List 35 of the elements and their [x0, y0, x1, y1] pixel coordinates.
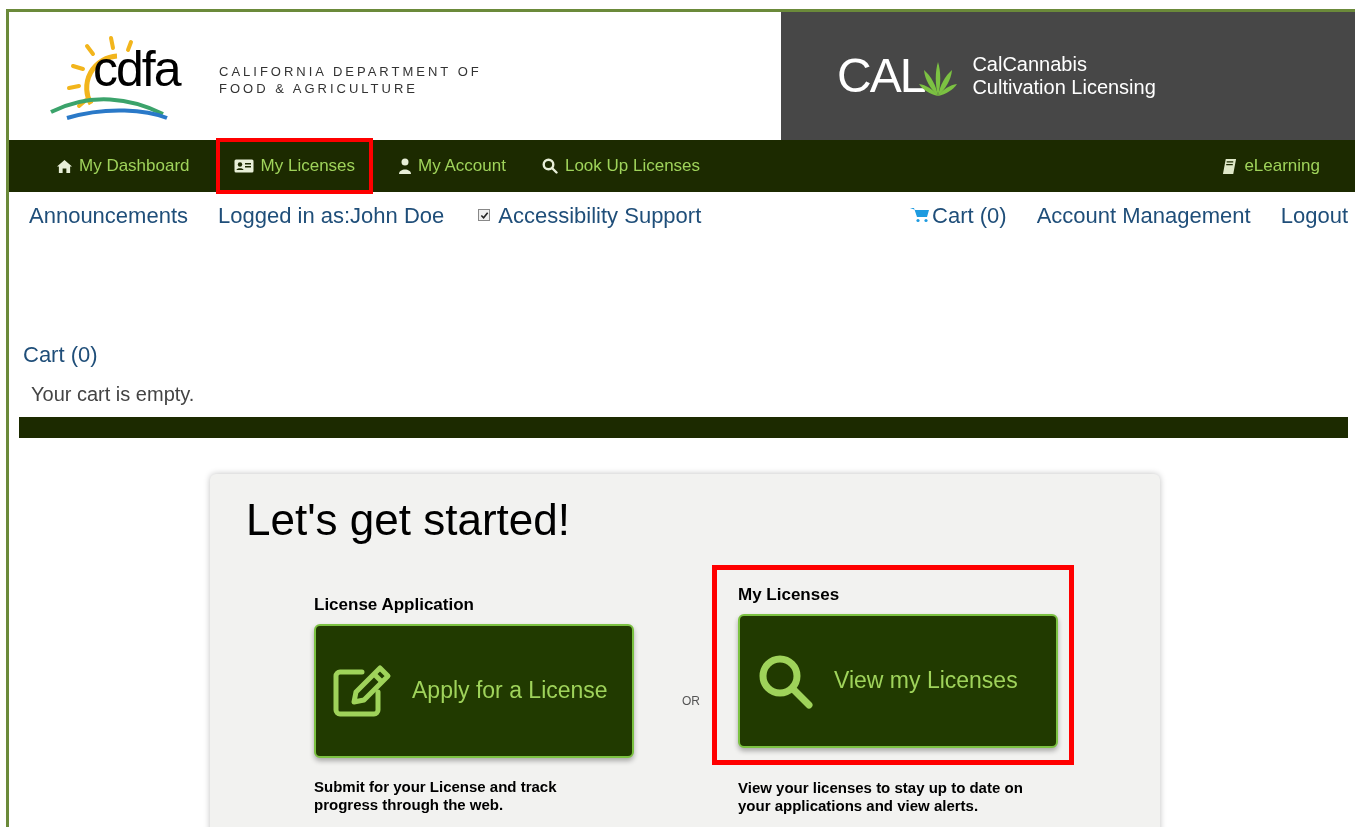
cart-heading: Cart (0) — [23, 341, 98, 369]
top-link[interactable]: Logout — [1280, 198, 1348, 232]
nav-link[interactable]: My Licenses — [215, 138, 374, 194]
option-description: Submit for your License and track progress through the web. — [314, 777, 558, 814]
nav-link[interactable]: eLearning — [1204, 138, 1338, 194]
cdfa-wordmark: cdfa — [93, 44, 180, 94]
empty-cart-message: Your cart is empty. — [31, 382, 195, 407]
cal-wordmark: CAL — [837, 52, 925, 100]
home-icon — [57, 158, 72, 174]
program-name: Cultivation Licensing — [972, 76, 1156, 99]
option-heading: My Licenses — [738, 584, 841, 606]
option-heading: License Application — [314, 594, 475, 616]
edit-icon — [332, 663, 392, 718]
top-link[interactable]: Announcements — [29, 198, 188, 232]
id-card-icon — [233, 159, 254, 173]
program-name: CalCannabis — [972, 53, 1088, 76]
option-description: View your licenses to stay up to date on your applications and view alerts. — [738, 778, 1024, 815]
nav-link[interactable]: Look Up Licenses — [523, 138, 719, 194]
agency-name: CALIFORNIA DEPARTMENT OF — [219, 63, 482, 80]
accessibility-checkbox[interactable]: Accessibility Support — [478, 198, 702, 232]
cart-icon — [910, 207, 931, 223]
login-status: Logged in as:John Doe — [218, 201, 445, 230]
search-icon — [541, 158, 558, 174]
option-button[interactable]: Apply for a License — [314, 623, 634, 758]
card-title: Let's get started! — [246, 498, 570, 542]
nav-link[interactable]: My Dashboard — [39, 138, 208, 194]
top-link[interactable]: Account Management — [1036, 198, 1251, 232]
cart-link[interactable]: Cart (0) — [910, 198, 1007, 232]
option-button[interactable]: View my Licenses — [738, 613, 1058, 748]
nav-link[interactable]: My Account — [381, 138, 524, 194]
checkbox[interactable] — [478, 209, 491, 221]
book-icon — [1222, 157, 1238, 175]
agency-name: FOOD & AGRICULTURE — [219, 80, 419, 97]
user-icon — [399, 158, 412, 174]
or-separator: OR — [682, 693, 700, 710]
